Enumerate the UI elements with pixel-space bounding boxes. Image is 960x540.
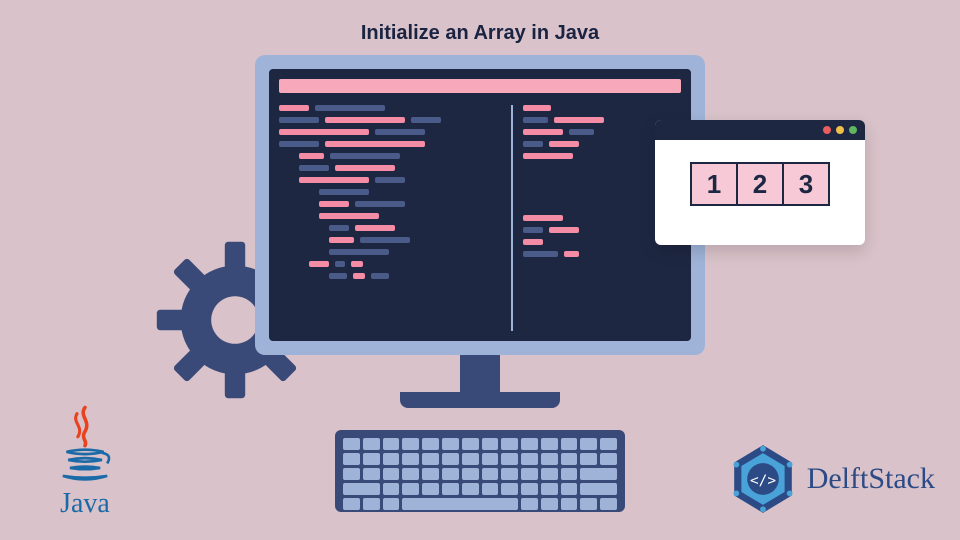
delftstack-icon: </> [727, 443, 799, 515]
java-logo: Java [30, 403, 140, 520]
code-pane-left [279, 105, 513, 331]
window-dot-red [823, 126, 831, 134]
window-titlebar [279, 79, 681, 93]
array-cell: 2 [736, 162, 784, 206]
array-cells: 1 2 3 [655, 162, 865, 206]
array-cell: 1 [690, 162, 738, 206]
keyboard-illustration [335, 430, 625, 512]
array-popup: 1 2 3 [655, 120, 865, 245]
screen [269, 69, 691, 341]
delftstack-logo: </> DelftStack [727, 443, 935, 515]
popup-titlebar [655, 120, 865, 140]
delftstack-logo-text: DelftStack [807, 462, 935, 496]
window-dot-yellow [836, 126, 844, 134]
java-logo-text: Java [30, 488, 140, 520]
java-cup-icon [50, 403, 120, 483]
page-title: Initialize an Array in Java [0, 22, 960, 45]
window-dot-green [849, 126, 857, 134]
array-cell: 3 [782, 162, 830, 206]
monitor-stand-base [400, 392, 560, 408]
monitor-illustration [255, 55, 705, 355]
monitor-stand-neck [460, 355, 500, 395]
svg-text:</>: </> [750, 473, 776, 489]
